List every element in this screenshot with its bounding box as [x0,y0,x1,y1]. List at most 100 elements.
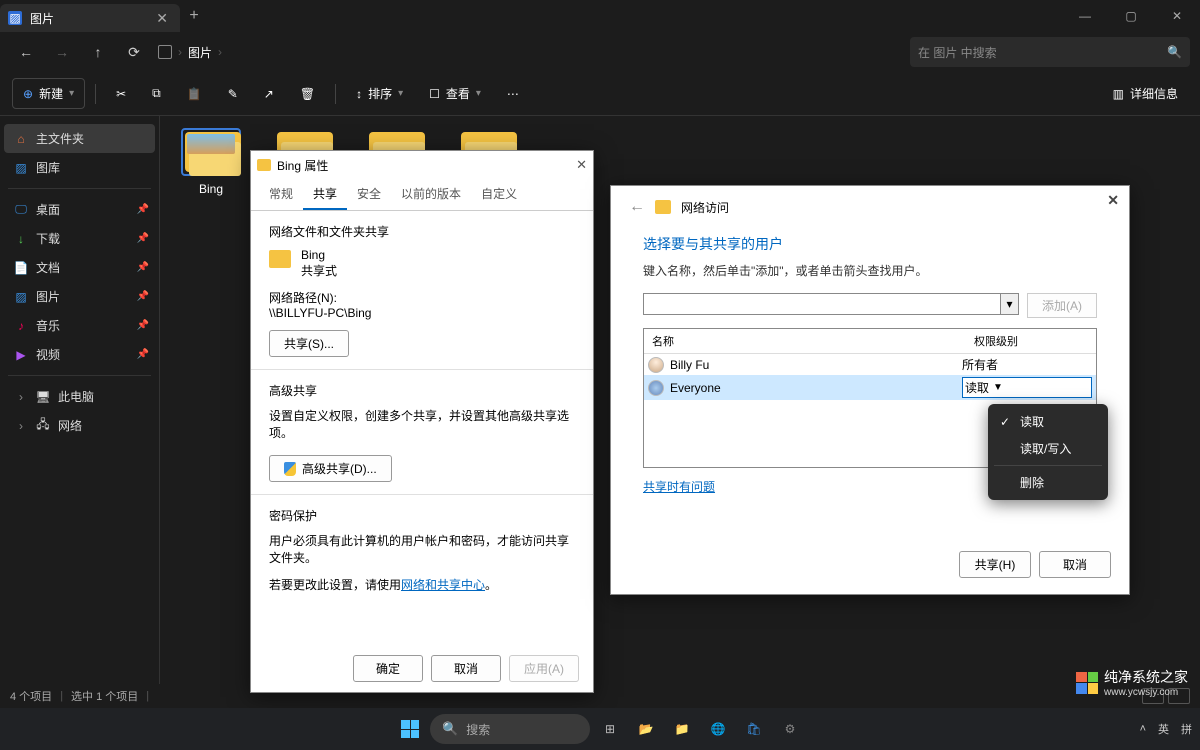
shield-icon [284,462,296,476]
perm-menu-readwrite[interactable]: 读取/写入 [988,435,1108,462]
apply-button[interactable]: 应用(A) [509,655,579,682]
folder-icon [655,200,671,214]
chevron-down-icon[interactable]: ▾ [1000,294,1018,314]
sidebar-item-gallery[interactable]: ▨图库 [4,153,155,182]
up-button[interactable]: ↑ [82,36,114,68]
sidebar-item-desktop[interactable]: 🖵桌面📌 [4,195,155,224]
minimize-button[interactable]: — [1062,0,1108,32]
search-input[interactable]: 在 图片 中搜索 🔍 [910,37,1190,67]
taskbar-store[interactable]: 🛍 [738,713,770,745]
add-button[interactable]: 添加(A) [1027,293,1097,318]
close-tab-icon[interactable]: ✕ [156,10,168,27]
window-tab[interactable]: ▨ 图片 ✕ [0,4,180,32]
close-icon[interactable]: ✕ [576,157,587,173]
network-share-dialog: ✕ ← 网络访问 选择要与其共享的用户 键入名称，然后单击"添加"，或者单击箭头… [610,185,1130,595]
taskbar-edge[interactable]: 🌐 [702,713,734,745]
new-tab-button[interactable]: + [180,0,208,32]
user-combobox[interactable]: ▾ [643,293,1019,315]
new-button[interactable]: ⊕新建▾ [12,78,85,109]
tab-general[interactable]: 常规 [259,179,303,210]
taskbar-search[interactable]: 🔍搜索 [430,714,590,744]
details-pane-button[interactable]: ▥详细信息 [1103,79,1188,108]
pin-icon: 📌 [137,291,149,302]
close-icon[interactable]: ✕ [1107,192,1119,209]
column-permission[interactable]: 权限级别 [966,329,1096,353]
divider [335,84,336,104]
videos-icon: ▶ [14,348,28,362]
taskbar: 🔍搜索 ⊞ 📂 📁 🌐 🛍 ⚙ [0,708,1200,750]
close-window-button[interactable]: ✕ [1154,0,1200,32]
share-button[interactable]: 共享(S)... [269,330,349,357]
tab-share[interactable]: 共享 [303,179,347,210]
chevron-down-icon: ▾ [398,88,403,99]
network-center-link[interactable]: 网络和共享中心 [401,578,485,592]
taskbar-explorer[interactable]: 📁 [666,713,698,745]
desktop-icon: 🖵 [14,203,28,217]
share-folder-name: Bing [301,248,337,262]
tab-security[interactable]: 安全 [347,179,391,210]
pin-icon: 📌 [137,233,149,244]
tab-previous[interactable]: 以前的版本 [391,179,471,210]
netpath-value: \\BILLYFU-PC\Bing [269,306,575,320]
cancel-button[interactable]: 取消 [1039,551,1111,578]
delete-button[interactable]: 🗑 [290,81,325,107]
forward-button[interactable]: → [46,36,78,68]
system-tray[interactable]: ˄ 英 拼 [1140,708,1192,750]
task-view-icon[interactable]: ⊞ [594,713,626,745]
sidebar-item-pc[interactable]: ›🖥此电脑 [4,382,155,411]
user-row[interactable]: Billy Fu 所有者 [644,354,1096,375]
status-count: 4 个项目 [10,688,52,704]
sidebar-item-home[interactable]: ⌂主文件夹 [4,124,155,153]
share-button[interactable]: ↗ [254,81,284,107]
rename-button[interactable]: ✎ [218,81,248,107]
chevron-down-icon: ▼ [993,382,1003,393]
breadcrumb[interactable]: › 图片 › [154,44,226,61]
tray-lang[interactable]: 英 [1158,721,1169,737]
back-button[interactable]: ← [10,36,42,68]
tab-custom[interactable]: 自定义 [471,179,527,210]
column-name[interactable]: 名称 [644,329,966,353]
share-subtitle: 键入名称，然后单击"添加"，或者单击箭头查找用户。 [643,262,1097,279]
sidebar-item-downloads[interactable]: ↓下载📌 [4,224,155,253]
folder-bing[interactable]: Bing [172,128,250,196]
trouble-link[interactable]: 共享时有问题 [643,480,715,494]
permission-dropdown[interactable]: 读取▼ [962,377,1092,398]
sidebar-item-pictures[interactable]: ▨图片📌 [4,282,155,311]
start-button[interactable] [394,713,426,745]
maximize-button[interactable]: ▢ [1108,0,1154,32]
sidebar-item-music[interactable]: ♪音乐📌 [4,311,155,340]
sidebar-item-documents[interactable]: 📄文档📌 [4,253,155,282]
sidebar-item-videos[interactable]: ▶视频📌 [4,340,155,369]
sort-icon: ↕ [356,87,362,101]
paste-button[interactable]: 📋 [177,81,212,107]
chevron-down-icon: ▾ [69,88,74,99]
view-icon: ☐ [429,87,440,101]
chevron-down-icon: ▾ [476,88,481,99]
share-confirm-button[interactable]: 共享(H) [959,551,1031,578]
cut-button[interactable]: ✂ [106,81,136,107]
more-button[interactable]: ⋯ [497,81,529,107]
view-button[interactable]: ☐查看▾ [419,79,491,108]
sidebar-item-network[interactable]: ›🖧网络 [4,411,155,440]
tray-ime[interactable]: 拼 [1181,721,1192,737]
tray-chevron-icon[interactable]: ˄ [1140,723,1146,735]
properties-dialog: Bing 属性 ✕ 常规 共享 安全 以前的版本 自定义 网络文件和文件夹共享 … [250,150,594,693]
refresh-button[interactable]: ⟳ [118,36,150,68]
ok-button[interactable]: 确定 [353,655,423,682]
password-desc-1: 用户必须具有此计算机的用户帐户和密码，才能访问共享文件夹。 [269,532,575,566]
tab-title: 图片 [30,10,54,27]
perm-menu-remove[interactable]: 删除 [988,469,1108,496]
pc-icon: 🖥 [36,390,50,404]
perm-menu-read[interactable]: ✓读取 [988,408,1108,435]
taskbar-settings[interactable]: ⚙ [774,713,806,745]
sort-button[interactable]: ↕排序▾ [346,79,413,108]
user-row-everyone[interactable]: Everyone 读取▼ [644,375,1096,400]
advanced-share-button[interactable]: 高级共享(D)... [269,455,392,482]
drive-icon [158,45,172,59]
cancel-button[interactable]: 取消 [431,655,501,682]
plus-icon: ⊕ [23,87,33,101]
taskbar-app[interactable]: 📂 [630,713,662,745]
back-icon[interactable]: ← [629,198,645,216]
copy-button[interactable]: ⧉ [142,80,171,107]
breadcrumb-pictures[interactable]: 图片 [188,44,212,61]
